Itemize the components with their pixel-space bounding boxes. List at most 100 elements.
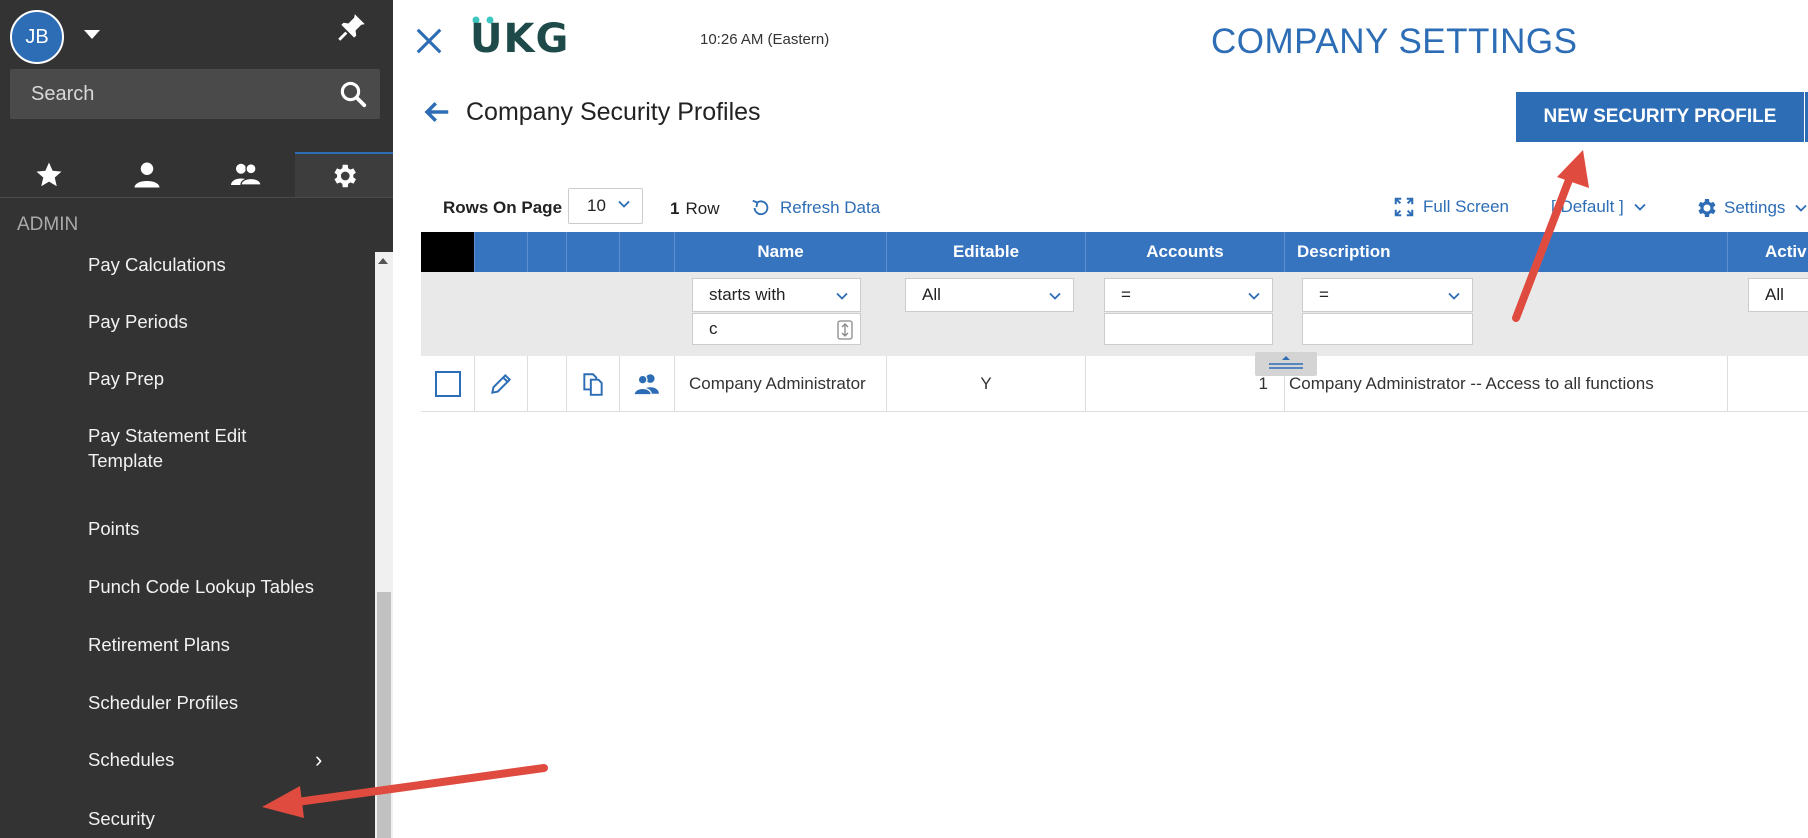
header-users-col xyxy=(620,232,675,272)
scroll-thumb[interactable] xyxy=(377,592,391,838)
row-copy-cell xyxy=(567,356,620,412)
sidebar-tabs xyxy=(0,152,393,198)
star-icon xyxy=(36,162,62,187)
header-copy-col xyxy=(567,232,620,272)
filter-input-value: c xyxy=(709,319,718,338)
view-select[interactable]: [ Default ] xyxy=(1551,197,1646,217)
description-filter-operator[interactable]: = xyxy=(1302,278,1473,312)
refresh-data-button[interactable]: Refresh Data xyxy=(750,197,880,219)
row-count-number: 1 xyxy=(670,199,680,218)
tab-admin[interactable] xyxy=(294,152,393,198)
sidebar-item-scheduler-profiles[interactable]: Scheduler Profiles xyxy=(88,690,328,715)
sidebar-item-security[interactable]: Security xyxy=(88,806,328,831)
sidebar-divider xyxy=(0,197,393,198)
tab-team[interactable] xyxy=(197,152,295,198)
chevron-down-icon xyxy=(1448,292,1460,300)
sidebar-item-pay-prep[interactable]: Pay Prep xyxy=(88,366,328,391)
pencil-icon[interactable] xyxy=(488,371,514,397)
filter-operator-value: starts with xyxy=(709,285,786,304)
full-screen-button[interactable]: Full Screen xyxy=(1393,196,1509,218)
sidebar-item-label: Points xyxy=(88,518,140,539)
sidebar-item-label: Scheduler Profiles xyxy=(88,692,239,713)
column-header-active[interactable]: Activ xyxy=(1728,232,1808,272)
clock-time: 10:26 AM (Eastern) xyxy=(700,31,830,48)
sidebar-scrollbar[interactable] xyxy=(375,252,393,838)
cell-active xyxy=(1728,356,1808,412)
rows-on-page-label: Rows On Page xyxy=(443,198,563,217)
column-header-accounts[interactable]: Accounts xyxy=(1086,232,1285,272)
section-label-admin: ADMIN xyxy=(17,214,79,235)
scroll-up-icon[interactable] xyxy=(378,258,388,264)
sidebar-item-schedules[interactable]: Schedules › xyxy=(88,747,328,772)
person-icon xyxy=(134,162,160,188)
cell-name: Company Administrator xyxy=(675,356,887,412)
column-header-editable[interactable]: Editable xyxy=(887,232,1086,272)
column-header-name[interactable]: Name xyxy=(675,232,887,272)
grid-settings-button[interactable]: Settings xyxy=(1694,196,1808,220)
refresh-icon xyxy=(752,199,769,216)
sidebar-item-pay-calculations[interactable]: Pay Calculations xyxy=(88,252,328,277)
sidebar-search-input[interactable]: Search xyxy=(10,69,380,119)
table-row[interactable]: Company Administrator Y 1 Company Admini… xyxy=(421,356,1808,412)
copy-icon[interactable] xyxy=(580,371,606,397)
sidebar-item-label: Retirement Plans xyxy=(88,634,230,655)
sidebar-item-retirement-plans[interactable]: Retirement Plans xyxy=(88,632,328,657)
chevron-down-icon xyxy=(1795,204,1808,212)
sidebar-item-points[interactable]: Points xyxy=(88,516,328,541)
search-icon[interactable] xyxy=(338,79,368,109)
view-label: [ Default ] xyxy=(1551,197,1624,216)
row-count-label: Row xyxy=(685,199,720,218)
filter-value: All xyxy=(1765,285,1784,304)
close-icon[interactable] xyxy=(414,26,444,56)
active-filter[interactable]: All xyxy=(1748,278,1808,312)
new-security-profile-button[interactable]: NEW SECURITY PROFILE xyxy=(1516,92,1804,142)
column-label: Name xyxy=(757,242,804,261)
tab-myself[interactable] xyxy=(98,152,196,198)
sidebar-item-label: Pay Calculations xyxy=(88,254,226,275)
sidebar-item-punch-code-lookup-tables[interactable]: Punch Code Lookup Tables xyxy=(88,574,328,599)
name-filter-operator[interactable]: starts with xyxy=(692,278,861,312)
header-select-all[interactable] xyxy=(421,232,475,272)
back-arrow-icon[interactable] xyxy=(422,97,452,127)
clear-filter-icon[interactable] xyxy=(836,320,854,340)
description-filter-input[interactable] xyxy=(1302,313,1473,345)
column-label: Editable xyxy=(952,242,1020,261)
cell-editable: Y xyxy=(887,356,1086,412)
page-title: COMPANY SETTINGS xyxy=(1211,22,1578,61)
gear-icon xyxy=(334,164,356,188)
chevron-right-icon: › xyxy=(315,747,323,772)
chevron-down-icon xyxy=(1634,203,1646,211)
sidebar-item-pay-statement-edit-template[interactable]: Pay Statement Edit Template xyxy=(88,423,258,473)
column-label: Accounts xyxy=(1146,242,1224,261)
user-menu-caret-icon[interactable] xyxy=(84,30,100,39)
accounts-filter-operator[interactable]: = xyxy=(1104,278,1273,312)
sidebar-item-label: Security xyxy=(88,808,155,829)
sidebar-item-label: Pay Statement Edit Template xyxy=(88,425,247,471)
chevron-down-icon xyxy=(618,200,630,208)
editable-filter[interactable]: All xyxy=(905,278,1074,312)
people-icon[interactable] xyxy=(634,371,660,397)
column-label: Activ xyxy=(1765,242,1807,261)
filter-operator-value: = xyxy=(1319,285,1329,304)
full-screen-label: Full Screen xyxy=(1423,197,1509,216)
header-edit-col xyxy=(475,232,528,272)
accounts-filter-input[interactable] xyxy=(1104,313,1273,345)
avatar[interactable]: JB xyxy=(10,10,64,64)
row-blank-cell xyxy=(528,356,567,412)
column-header-description[interactable]: Description xyxy=(1285,232,1728,272)
settings-label: Settings xyxy=(1724,198,1786,217)
sidebar: JB Search ADMIN Pay Calculations Pay Per… xyxy=(0,0,393,838)
refresh-label: Refresh Data xyxy=(780,198,881,217)
name-filter-input[interactable]: c xyxy=(692,313,861,345)
row-checkbox[interactable] xyxy=(434,371,461,397)
column-label: Description xyxy=(1297,242,1391,261)
pin-icon[interactable] xyxy=(335,10,369,44)
tab-favorites[interactable] xyxy=(0,152,98,198)
rows-on-page-value: 10 xyxy=(587,196,606,215)
chevron-down-icon xyxy=(836,292,848,300)
column-resize-handle[interactable] xyxy=(1255,352,1317,376)
row-select-cell xyxy=(421,356,475,412)
sidebar-item-pay-periods[interactable]: Pay Periods xyxy=(88,309,328,334)
filter-value: All xyxy=(922,285,941,304)
rows-on-page-select[interactable]: 10 xyxy=(568,188,643,224)
